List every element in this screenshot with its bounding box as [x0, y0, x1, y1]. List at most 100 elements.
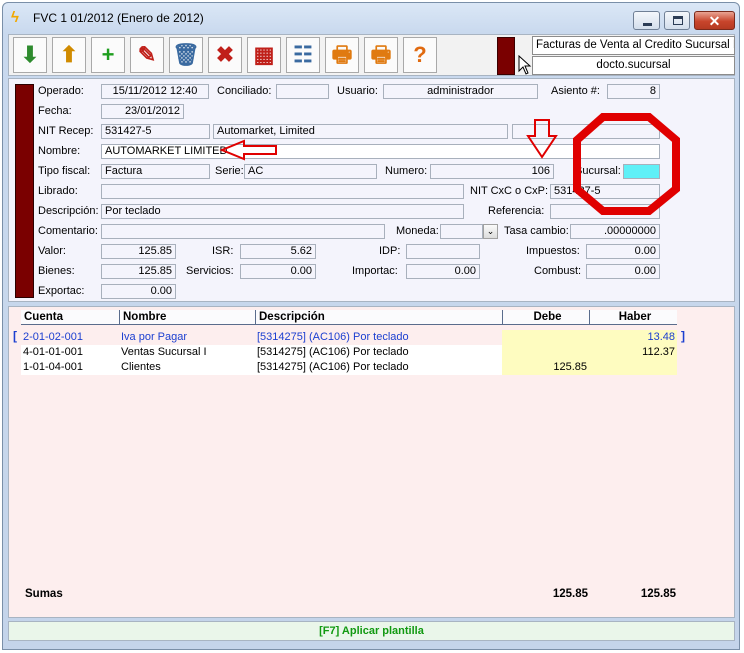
impuestos-label: Impuestos:: [526, 245, 580, 257]
column-header-debe[interactable]: Debe: [502, 310, 589, 325]
comentario-field[interactable]: [101, 224, 385, 239]
print-button[interactable]: 🖶: [325, 37, 359, 73]
grid-delete-button[interactable]: ▦: [247, 37, 281, 73]
descripcion-label: Descripción:: [38, 205, 99, 217]
sumas-haber: 125.85: [640, 588, 676, 600]
sucursal-field[interactable]: [623, 164, 660, 179]
apply-template-hint[interactable]: [F7] Aplicar plantilla: [8, 621, 735, 641]
document-header-panel: Operado: 15/11/2012 12:40 Conciliado: Us…: [8, 78, 735, 302]
descripcion-field[interactable]: Por teclado: [101, 204, 464, 219]
fecha-label: Fecha:: [38, 105, 72, 117]
close-icon: ✕: [708, 13, 721, 29]
nombre-label: Nombre:: [38, 145, 81, 157]
moneda-label: Moneda:: [396, 225, 439, 237]
report-subtitle-field: docto.sucursal: [532, 56, 735, 75]
upload-button[interactable]: ⬆: [52, 37, 86, 73]
moneda-select[interactable]: [440, 224, 483, 239]
delete-trash-icon: 🗑: [172, 42, 200, 67]
impuestos-field[interactable]: 0.00: [586, 244, 660, 259]
cell-debe[interactable]: [502, 330, 589, 345]
grid-delete-icon: ▦: [253, 42, 275, 67]
exportac-field[interactable]: 0.00: [101, 284, 176, 299]
valor-field[interactable]: 125.85: [101, 244, 176, 259]
download-button[interactable]: ⬇: [13, 37, 47, 73]
comentario-label: Comentario:: [38, 225, 98, 237]
nit-cxc-field[interactable]: 531427-5: [550, 184, 660, 199]
servicios-label: Servicios:: [186, 265, 234, 277]
cell-descripcion: [5314275] (AC106) Por teclado: [257, 331, 409, 343]
new-document-button[interactable]: +: [91, 37, 125, 73]
cancel-document-button[interactable]: ✖: [208, 37, 242, 73]
table-row[interactable]: 1-01-04-001 Clientes [5314275] (AC106) P…: [21, 360, 677, 375]
exportac-label: Exportac:: [38, 285, 85, 297]
librado-label: Librado:: [38, 185, 78, 197]
numero-field[interactable]: 106: [430, 164, 554, 179]
fecha-field[interactable]: 23/01/2012: [101, 104, 184, 119]
cancel-document-icon: ✖: [215, 42, 235, 67]
window-title: FVC 1 01/2012 (Enero de 2012): [33, 11, 204, 25]
cell-debe[interactable]: [502, 345, 589, 360]
librado-field[interactable]: [101, 184, 464, 199]
delete-trash-button[interactable]: 🗑: [169, 37, 203, 73]
nit-recep-field[interactable]: 531427-5: [101, 124, 210, 139]
combust-field[interactable]: 0.00: [586, 264, 660, 279]
conciliado-field[interactable]: [276, 84, 329, 99]
cell-cuenta: 4-01-01-001: [23, 346, 83, 358]
new-document-icon: +: [101, 42, 115, 67]
minimize-button[interactable]: [633, 11, 660, 30]
tipo-fiscal-field[interactable]: Factura: [101, 164, 210, 179]
nombre-field[interactable]: AUTOMARKET LIMITED: [101, 144, 660, 159]
operado-field: 15/11/2012 12:40: [101, 84, 209, 99]
column-header-haber[interactable]: Haber: [589, 310, 677, 325]
maximize-icon: [673, 16, 683, 25]
idp-field[interactable]: [406, 244, 480, 259]
cell-haber[interactable]: 112.37: [589, 345, 677, 360]
servicios-field[interactable]: 0.00: [240, 264, 316, 279]
referencia-label: Referencia:: [488, 205, 545, 217]
combust-label: Combust:: [534, 265, 582, 277]
grid-header: Cuenta Nombre Descripción Debe Haber: [21, 310, 677, 325]
asiento-field: 8: [607, 84, 660, 99]
toolbar: Facturas de Venta al Credito Sucursal I …: [8, 34, 735, 76]
close-button[interactable]: ✕: [694, 11, 735, 30]
importac-field[interactable]: 0.00: [406, 264, 480, 279]
column-header-nombre[interactable]: Nombre: [119, 310, 255, 325]
cell-haber[interactable]: [589, 360, 677, 375]
importac-label: Importac:: [352, 265, 398, 277]
cell-debe[interactable]: 125.85: [502, 360, 589, 375]
edit-pencil-icon: ✎: [137, 42, 157, 67]
cell-nombre: Clientes: [121, 361, 161, 373]
table-row[interactable]: 2-01-02-001 Iva por Pagar [5314275] (AC1…: [21, 330, 677, 345]
referencia-field[interactable]: [550, 204, 660, 219]
cell-haber[interactable]: 13.48: [589, 330, 677, 345]
row-selection-bracket-left: [: [13, 329, 17, 343]
minimize-icon: [643, 23, 652, 26]
print-icon: 🖶: [331, 42, 353, 67]
chevron-down-icon[interactable]: ⌄: [483, 224, 498, 239]
sumas-debe: 125.85: [552, 588, 588, 600]
tipo-fiscal-label: Tipo fiscal:: [38, 165, 91, 177]
edit-pencil-button[interactable]: ✎: [130, 37, 164, 73]
table-row[interactable]: 4-01-01-001 Ventas Sucursal I [5314275] …: [21, 345, 677, 360]
isr-field[interactable]: 5.62: [240, 244, 316, 259]
operado-label: Operado:: [38, 85, 84, 97]
tasa-cambio-field[interactable]: .00000000: [570, 224, 660, 239]
title-bar[interactable]: ϟ FVC 1 01/2012 (Enero de 2012) ✕: [3, 3, 739, 33]
column-header-cuenta[interactable]: Cuenta: [21, 310, 119, 325]
usuario-label: Usuario:: [337, 85, 378, 97]
serie-field[interactable]: AC: [244, 164, 377, 179]
contact-card-button[interactable]: ☷: [286, 37, 320, 73]
asiento-label: Asiento #:: [551, 85, 600, 97]
cell-cuenta: 1-01-04-001: [23, 361, 83, 373]
help-button[interactable]: ?: [403, 37, 437, 73]
maximize-button[interactable]: [664, 11, 690, 30]
column-header-descripcion[interactable]: Descripción: [255, 310, 502, 325]
bienes-label: Bienes:: [38, 265, 75, 277]
bienes-field[interactable]: 125.85: [101, 264, 176, 279]
nit-recep-extra-field: [512, 124, 660, 139]
nit-recep-label: NIT Recep:: [38, 125, 94, 137]
sucursal-label: Sucursal:: [575, 165, 621, 177]
numero-label: Numero:: [385, 165, 428, 177]
sumas-label: Sumas: [25, 588, 63, 600]
print-preview-button[interactable]: 🖶: [364, 37, 398, 73]
